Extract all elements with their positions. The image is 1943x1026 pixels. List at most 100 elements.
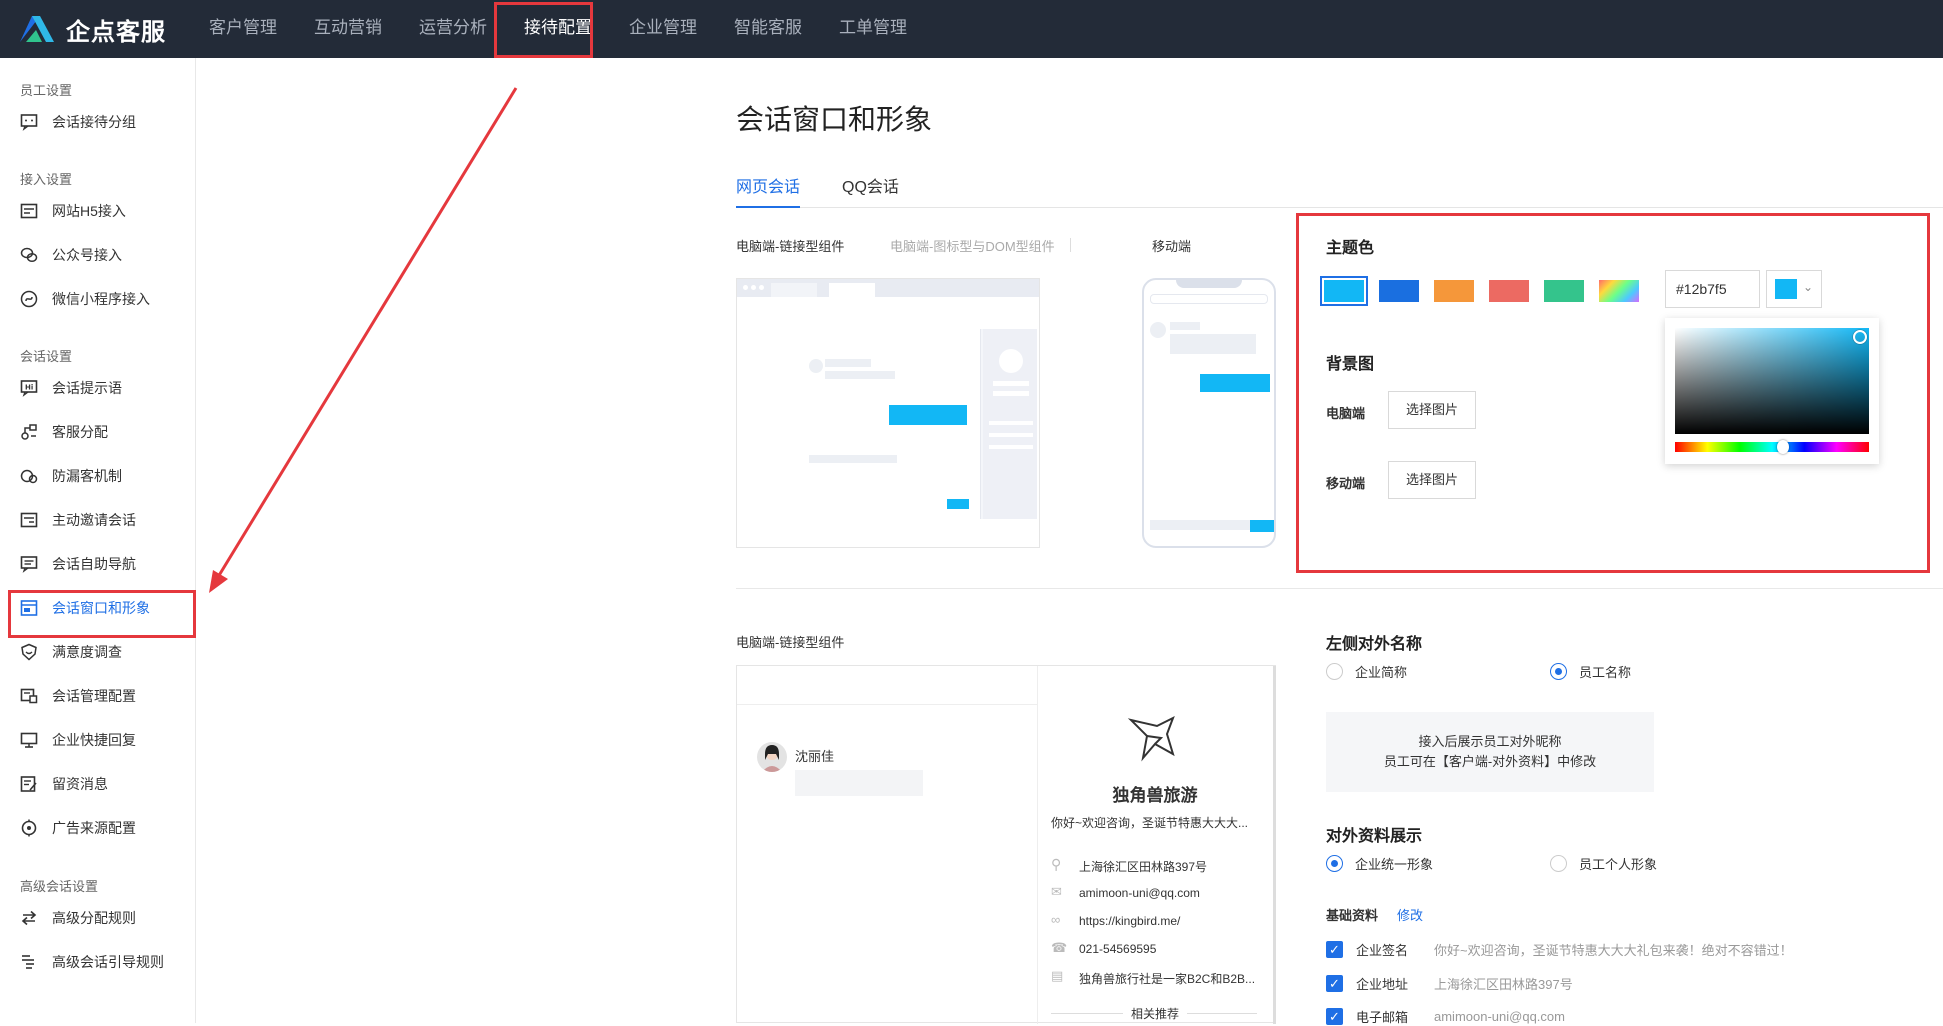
- wechat-icon: [20, 246, 38, 264]
- website-icon: [20, 202, 38, 220]
- nav-ticket-management[interactable]: 工单管理: [825, 0, 921, 58]
- tab-qq-session[interactable]: QQ会话: [842, 168, 899, 208]
- target-icon: [20, 819, 38, 837]
- radio-circle: [1326, 663, 1343, 680]
- sidebar-item-label: 防漏客机制: [52, 468, 122, 484]
- app-logo[interactable]: 企点客服: [18, 12, 166, 46]
- unicorn-logo-icon: [1127, 715, 1175, 762]
- sidebar-item-label: 高级分配规则: [52, 910, 136, 926]
- sidebar-item-quick-reply[interactable]: 企业快捷回复: [20, 728, 136, 752]
- nav-enterprise-management[interactable]: 企业管理: [615, 0, 711, 58]
- sidebar-item-ad-source[interactable]: 广告来源配置: [20, 816, 136, 840]
- session-tabs: 网页会话 QQ会话: [736, 168, 1943, 208]
- row-label: 企业地址: [1356, 977, 1409, 992]
- edit-basic-info-link[interactable]: 修改: [1397, 905, 1423, 924]
- company-website: https://kingbird.me/: [1079, 914, 1181, 928]
- sidebar-item-h5-access[interactable]: 网站H5接入: [20, 199, 126, 223]
- link-icon: ∞: [1051, 912, 1061, 927]
- location-pin-icon: ⚲: [1051, 856, 1062, 872]
- subtab-divider: [1070, 238, 1071, 252]
- pc-link-preview: 沈丽佳 独角兽旅游 你好~欢迎咨询，圣诞节特惠大大大... ⚲ 上海徐汇区田林路…: [736, 665, 1276, 1024]
- document-icon: ▤: [1051, 968, 1064, 983]
- sidebar-item-session-management[interactable]: 会话管理配置: [20, 684, 136, 708]
- sidebar-item-label: 会话提示语: [52, 380, 122, 396]
- profile-row-address: ✓ 企业地址 上海徐汇区田林路397号: [1326, 974, 1573, 993]
- mobile-chat-bubble: [1200, 374, 1270, 392]
- staff-name-tip: 接入后展示员工对外昵称 员工可在【客户端-对外资料】中修改: [1326, 712, 1654, 792]
- allocation-icon: [20, 423, 38, 441]
- profile-row-signature: ✓ 企业签名 你好~欢迎咨询，圣诞节特惠大大大礼包来袭！绝对不容错过！: [1326, 940, 1793, 959]
- subtab-mobile[interactable]: 移动端: [1152, 236, 1191, 255]
- checkbox-checked[interactable]: ✓: [1326, 975, 1343, 992]
- sidebar-item-anti-leak[interactable]: 防漏客机制: [20, 464, 122, 488]
- subtab-pc-link[interactable]: 电脑端-链接型组件: [736, 236, 844, 255]
- section-divider: [736, 588, 1943, 589]
- sidebar-item-satisfaction[interactable]: 满意度调查: [20, 640, 122, 664]
- nav-highlight-box: [494, 2, 593, 58]
- nav-customer-management[interactable]: 客户管理: [195, 0, 291, 58]
- pc-preview: [736, 278, 1040, 548]
- mail-icon: ✉: [1051, 884, 1062, 899]
- sidebar-item-label: 满意度调查: [52, 644, 122, 660]
- sidebar-group-access: 接入设置: [20, 172, 73, 187]
- sidebar-item-mini-program[interactable]: 微信小程序接入: [20, 287, 150, 311]
- radio-label: 员工名称: [1579, 665, 1632, 680]
- sidebar-item-label: 广告来源配置: [52, 820, 136, 836]
- svg-text:Hi: Hi: [25, 384, 33, 392]
- sidebar-item-self-navigation[interactable]: 会话自助导航: [20, 552, 136, 576]
- profile-row-email: ✓ 电子邮箱 amimoon-uni@qq.com: [1326, 1007, 1565, 1026]
- sidebar-item-label: 企业快捷回复: [52, 732, 136, 748]
- radio-company-short-name[interactable]: 企业简称: [1326, 662, 1407, 681]
- sidebar-item-lead-message[interactable]: 留资消息: [20, 772, 108, 796]
- invite-icon: [20, 511, 38, 529]
- sidebar-group-session: 会话设置: [20, 349, 73, 364]
- logo-icon: [20, 16, 54, 42]
- lead-form-icon: [20, 775, 38, 793]
- company-phone: 021-54569595: [1079, 942, 1157, 956]
- nav-smart-service[interactable]: 智能客服: [720, 0, 816, 58]
- chat-window-mock: [803, 329, 1037, 519]
- sidebar-highlight-box: [8, 590, 196, 638]
- radio-circle: [1550, 855, 1567, 872]
- sidebar-item-official-account[interactable]: 公众号接入: [20, 243, 122, 267]
- nav-operation-analysis[interactable]: 运营分析: [405, 0, 501, 58]
- subtab-pc-icon-dom[interactable]: 电脑端-图标型与DOM型组件: [890, 236, 1055, 255]
- sidebar-item-label: 主动邀请会话: [52, 512, 136, 528]
- contact-avatar: [757, 742, 787, 772]
- sidebar-item-session-tips[interactable]: Hi 会话提示语: [20, 376, 122, 400]
- top-navigation-bar: 企点客服 客户管理 互动营销 运营分析 接待配置 企业管理 智能客服 工单管理: [0, 0, 1943, 58]
- chat-bubble: [889, 405, 967, 425]
- sidebar-item-agent-allocation[interactable]: 客服分配: [20, 420, 108, 444]
- sidebar-item-label: 网站H5接入: [52, 203, 126, 219]
- radio-staff-name[interactable]: 员工名称: [1550, 662, 1631, 681]
- sidebar-item-reception-group[interactable]: 会话接待分组: [20, 110, 136, 134]
- radio-circle-selected: [1326, 855, 1343, 872]
- sidebar-item-label: 高级会话引导规则: [52, 954, 164, 970]
- radio-unified-image[interactable]: 企业统一形象: [1326, 854, 1433, 873]
- radio-label: 企业统一形象: [1355, 857, 1434, 872]
- satisfaction-icon: [20, 643, 38, 661]
- checkbox-checked[interactable]: ✓: [1326, 1008, 1343, 1025]
- page-title: 会话窗口和形象: [736, 104, 933, 135]
- sidebar-item-label: 客服分配: [52, 424, 108, 440]
- checkbox-checked[interactable]: ✓: [1326, 941, 1343, 958]
- mobile-preview: [1142, 278, 1276, 548]
- sidebar-group-advanced: 高级会话设置: [20, 879, 99, 894]
- profile-display-title: 对外资料展示: [1326, 828, 1423, 845]
- sidebar-item-advanced-allocation[interactable]: 高级分配规则: [20, 906, 136, 930]
- mini-program-icon: [20, 290, 38, 308]
- sidebar-item-advanced-guide[interactable]: 高级会话引导规则: [20, 950, 164, 974]
- anti-leak-icon: [20, 467, 38, 485]
- sidebar-item-label: 公众号接入: [52, 247, 122, 263]
- row-label: 企业签名: [1356, 943, 1409, 958]
- row-value: 你好~欢迎咨询，圣诞节特惠大大大礼包来袭！绝对不容错过！: [1434, 943, 1793, 958]
- chat-group-icon: [20, 113, 38, 131]
- nav-interactive-marketing[interactable]: 互动营销: [300, 0, 396, 58]
- sidebar-item-active-invite[interactable]: 主动邀请会话: [20, 508, 136, 532]
- message-placeholder: [795, 770, 923, 796]
- sidebar-item-label: 会话管理配置: [52, 688, 136, 704]
- tab-web-session[interactable]: 网页会话: [736, 168, 801, 208]
- radio-personal-image[interactable]: 员工个人形象: [1550, 854, 1657, 873]
- session-settings-icon: [20, 687, 38, 705]
- sidebar-item-label: 微信小程序接入: [52, 291, 150, 307]
